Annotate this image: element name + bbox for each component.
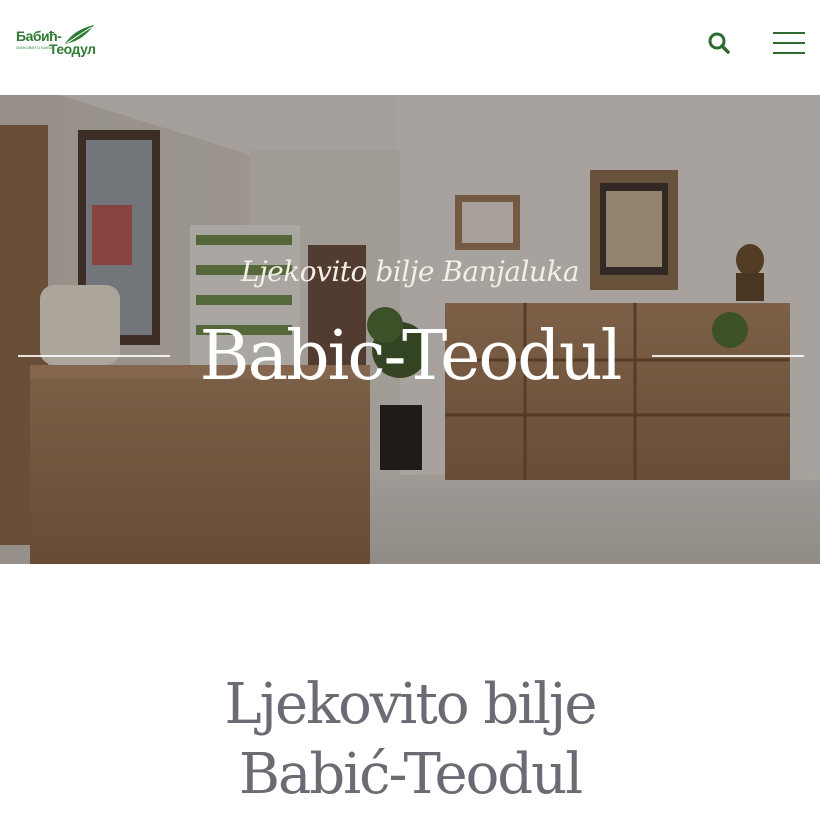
intro-heading: Ljekovito bilje Babić-Teodul — [0, 670, 820, 810]
intro-heading-line1: Ljekovito bilje — [224, 672, 597, 737]
site-header: Бабић- ЉЕКОВИТО БИЉЕ Теодул — [0, 0, 820, 95]
search-icon — [708, 32, 730, 54]
hero-banner: Ljekovito bilje Banjaluka Babic-Teodul — [0, 95, 820, 564]
hamburger-menu-icon — [773, 42, 805, 44]
intro-section: Ljekovito bilje Babić-Teodul — [0, 564, 820, 820]
site-logo[interactable]: Бабић- ЉЕКОВИТО БИЉЕ Теодул — [16, 24, 98, 62]
intro-heading-line2: Babić-Teodul — [238, 742, 583, 807]
hamburger-menu-button[interactable] — [773, 32, 805, 54]
hamburger-menu-icon — [773, 32, 805, 34]
hero-subtitle: Ljekovito bilje Banjaluka — [240, 255, 580, 288]
hamburger-menu-icon — [773, 52, 805, 54]
search-button[interactable] — [707, 31, 731, 55]
logo-text-line2: Теодул — [49, 41, 96, 57]
hero-title: Babic-Teodul — [199, 317, 623, 396]
